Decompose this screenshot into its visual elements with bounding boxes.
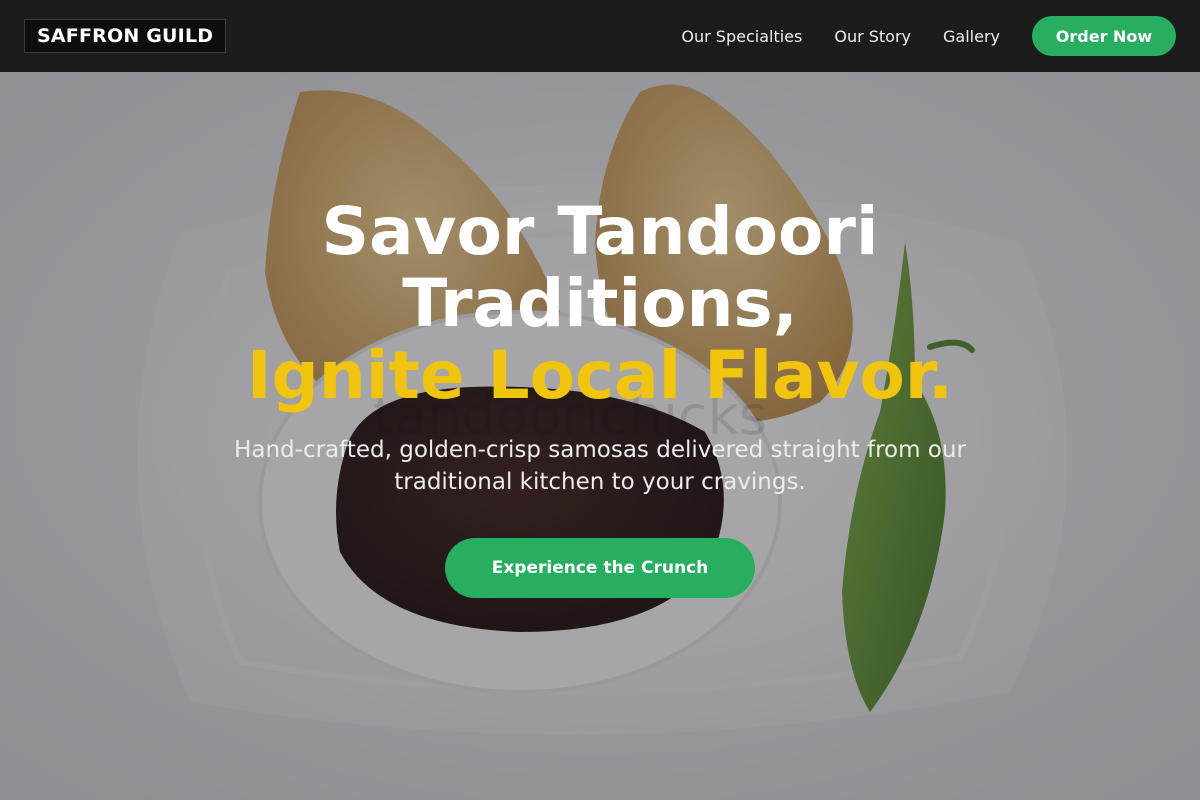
headline-accent: Ignite Local Flavor. xyxy=(246,337,954,414)
hero-section: tandoorichicks Savor Tandoori Traditions… xyxy=(0,72,1200,800)
nav-links: Our Specialties Our Story Gallery Order … xyxy=(681,16,1176,56)
nav-link-gallery[interactable]: Gallery xyxy=(943,27,1000,46)
headline-line-2: Traditions, xyxy=(402,265,798,342)
hero-content: Savor Tandoori Traditions, Ignite Local … xyxy=(0,196,1200,598)
hero-subtext: Hand-crafted, golden-crisp samosas deliv… xyxy=(234,437,966,495)
nav-link-story[interactable]: Our Story xyxy=(834,27,911,46)
headline-line-1: Savor Tandoori xyxy=(321,193,879,270)
experience-crunch-button[interactable]: Experience the Crunch xyxy=(445,538,755,598)
hero-headline: Savor Tandoori Traditions, Ignite Local … xyxy=(0,196,1200,412)
navbar: SAFFRON GUILD Our Specialties Our Story … xyxy=(0,0,1200,72)
nav-link-specialties[interactable]: Our Specialties xyxy=(681,27,802,46)
order-now-button[interactable]: Order Now xyxy=(1032,16,1176,56)
logo[interactable]: SAFFRON GUILD xyxy=(24,19,227,53)
